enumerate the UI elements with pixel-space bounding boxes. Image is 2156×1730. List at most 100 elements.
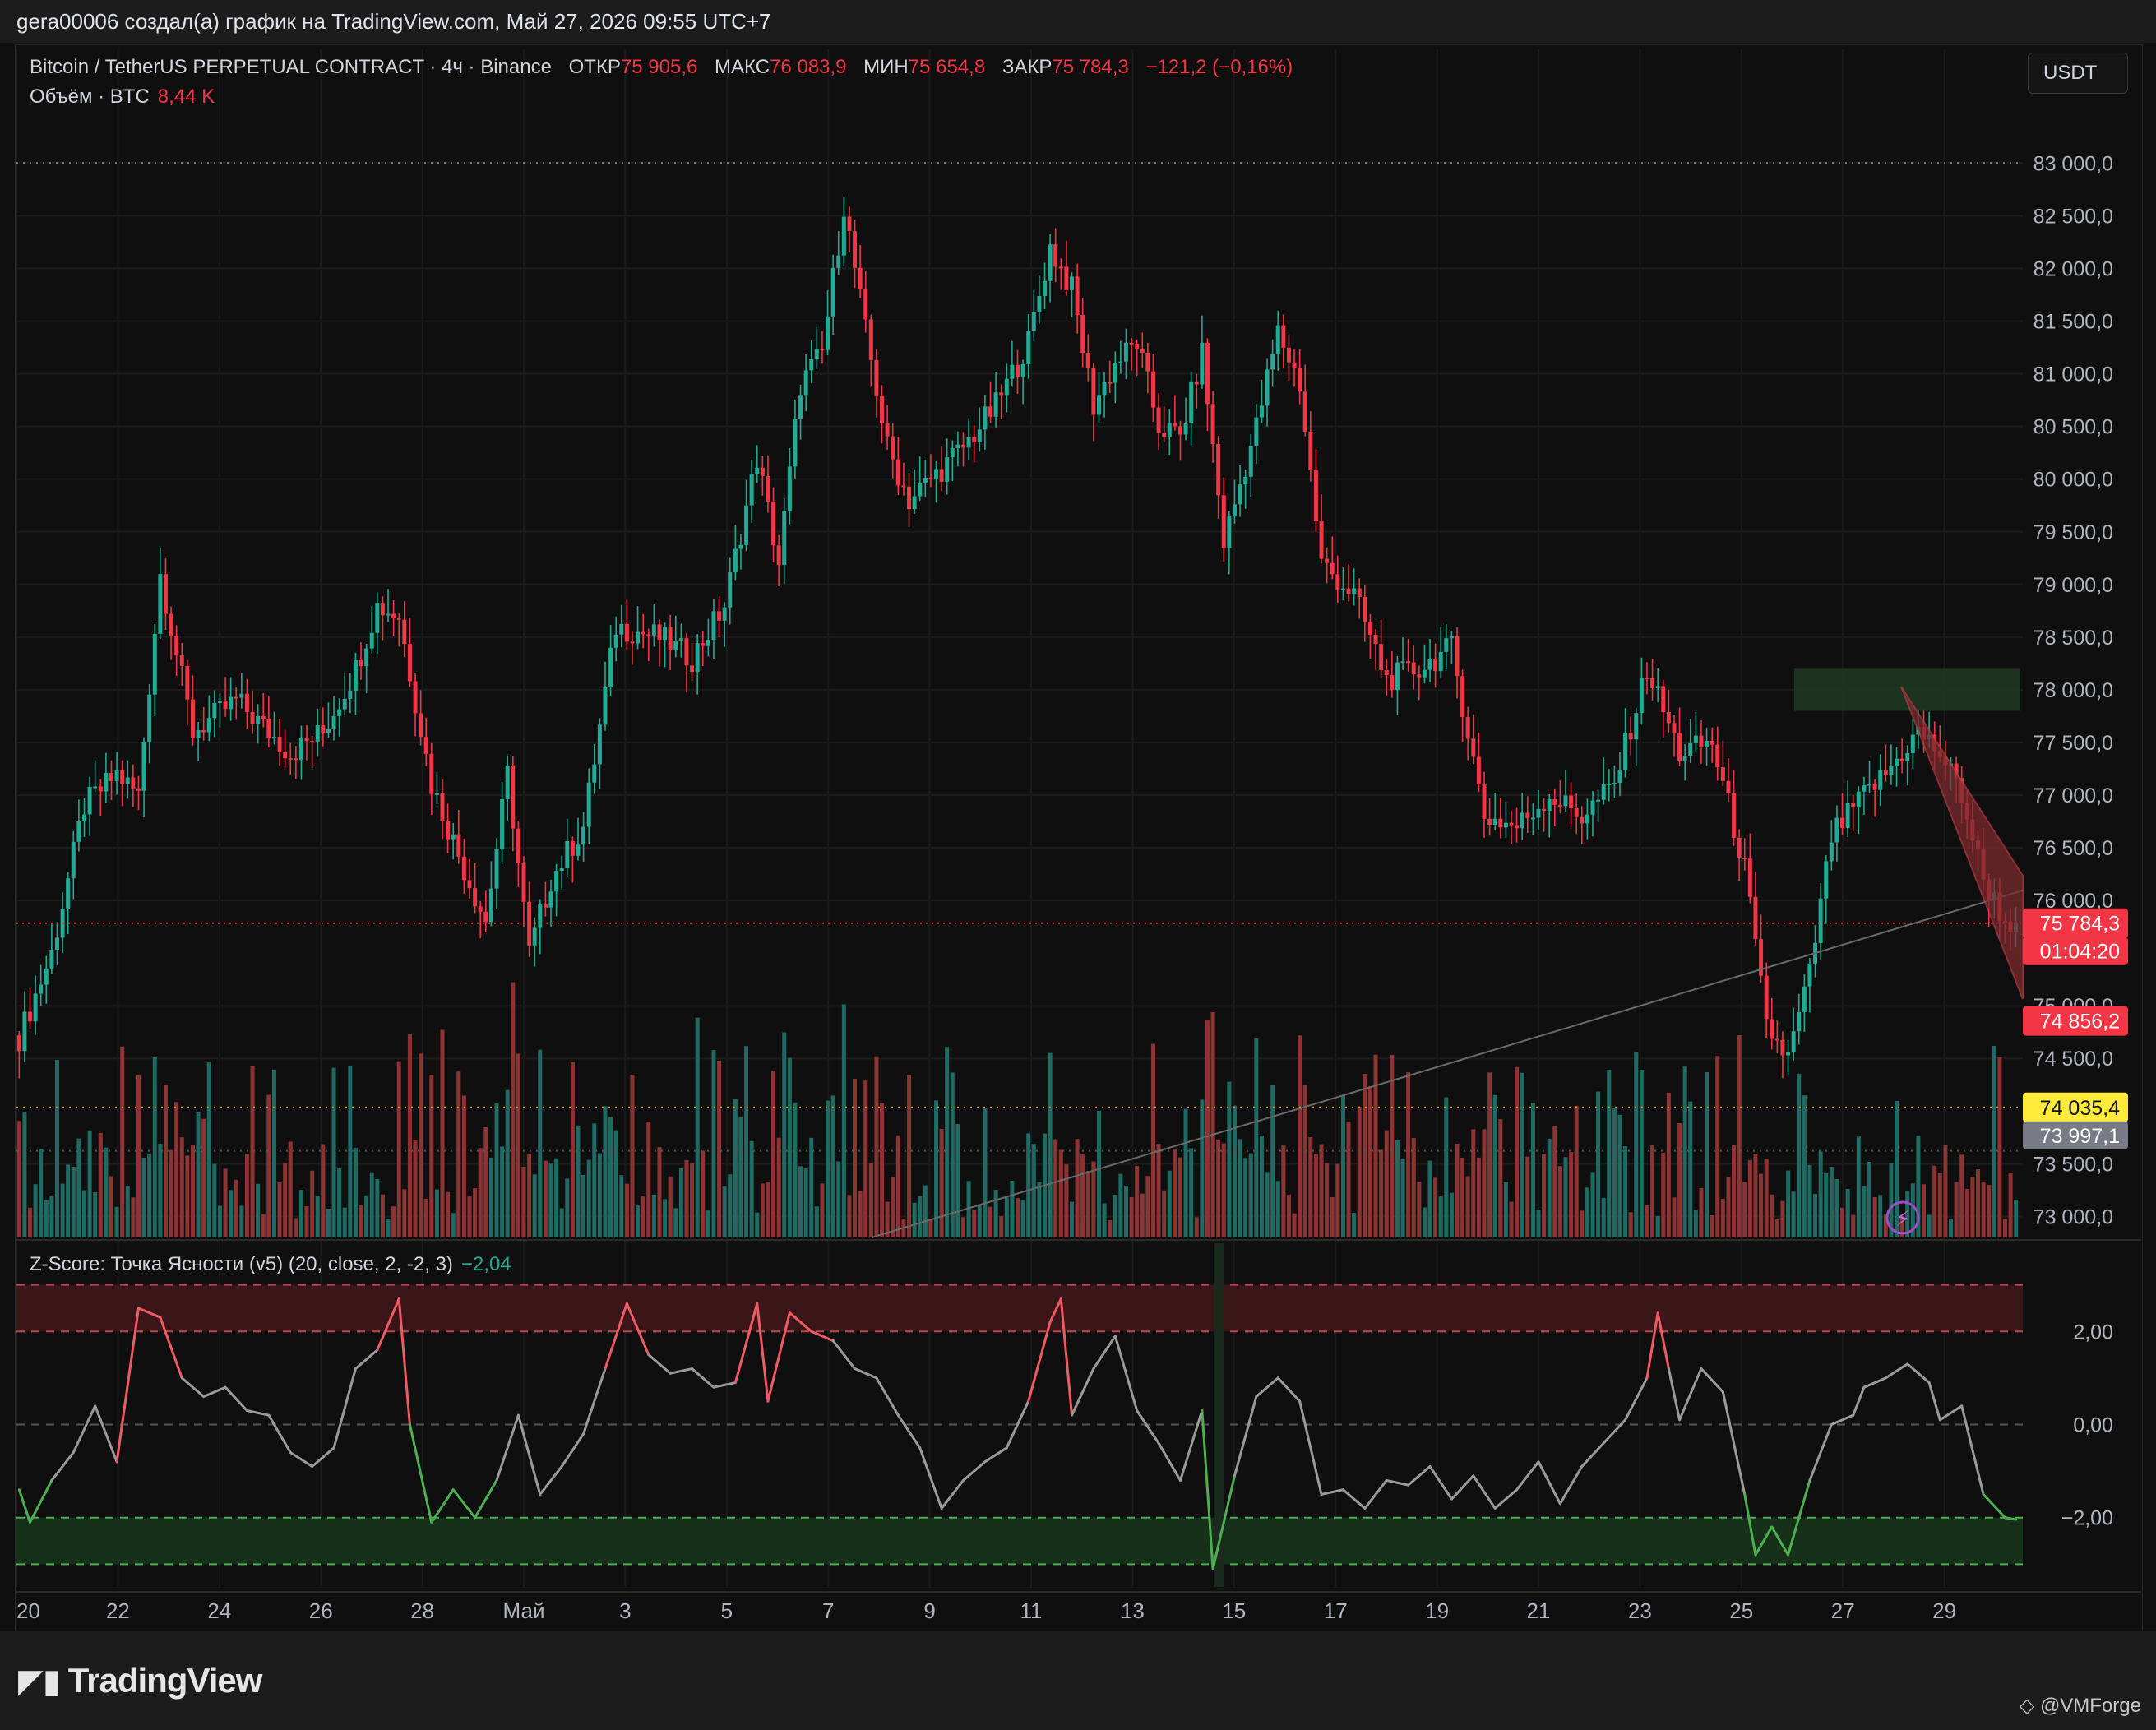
volume-bar [548, 1163, 553, 1237]
volume-bar [131, 1197, 136, 1237]
zscore-segment [1233, 1395, 1258, 1478]
candle-body [1645, 678, 1649, 680]
volume-bar [1856, 1136, 1861, 1237]
volume-bar [1650, 1145, 1655, 1237]
volume-bar [836, 1161, 841, 1237]
volume-bar [223, 1168, 228, 1237]
candle-body [467, 880, 472, 889]
volume-legend[interactable]: Объём · BTC 8,44 K [30, 86, 215, 109]
candle-body [125, 777, 130, 784]
candle-body [755, 467, 760, 474]
volume-bar [1780, 1200, 1785, 1237]
candle-body [928, 477, 933, 479]
candle-body [706, 640, 710, 646]
change-value: −121,2 (−0,16%) [1145, 56, 1293, 78]
volume-bar [554, 1158, 559, 1237]
volume-bar [261, 1214, 266, 1237]
candle-body [1048, 244, 1053, 281]
volume-bar [1390, 1054, 1395, 1237]
volume-bar [1949, 1219, 1954, 1237]
volume-bar [874, 1056, 879, 1237]
volume-bar [1834, 1179, 1839, 1237]
volume-bar [87, 1130, 92, 1237]
volume-bar [1444, 1097, 1449, 1237]
zscore-legend[interactable]: Z-Score: Точка Ясности (v5) (20, close, … [30, 1253, 511, 1276]
volume-bar [1791, 1191, 1796, 1237]
volume-bar [1693, 1210, 1698, 1237]
volume-bar [1210, 1011, 1215, 1237]
time-tick-label: 21 [1527, 1598, 1551, 1623]
candle-body [1715, 744, 1720, 768]
volume-bar [1357, 1107, 1362, 1237]
candle-body [1634, 713, 1639, 740]
candle-body [1275, 325, 1280, 354]
zscore-segment [1092, 1335, 1117, 1371]
volume-bar [1367, 1085, 1372, 1237]
zscore-segment [962, 1460, 987, 1482]
candle-body [1194, 381, 1199, 385]
candle-body [1530, 817, 1535, 820]
tradingview-logo[interactable]: ◤▮ TradingView [18, 1661, 262, 1700]
candle-body [749, 474, 754, 506]
zscore-segment [94, 1404, 118, 1464]
candle-body [1210, 404, 1215, 445]
volume-bar [1200, 1099, 1205, 1237]
candle-body [1238, 484, 1242, 505]
candle-body [939, 469, 944, 482]
volume-bar [1639, 1069, 1644, 1237]
volume-bar [814, 1206, 819, 1237]
candle-body [33, 993, 38, 1022]
candle-body [1150, 371, 1155, 408]
close-value: 75 784,3 [1052, 56, 1129, 78]
candle-body [738, 544, 743, 549]
volume-bar [1080, 1154, 1085, 1237]
volume-bar [782, 1032, 787, 1237]
candle-body [586, 782, 591, 827]
candle-body [847, 216, 852, 232]
time-tick-label: 24 [207, 1598, 231, 1623]
volume-bar [1987, 1185, 1992, 1237]
time-tick-label: 5 [721, 1598, 733, 1623]
bolt-glyph: ⚡ [1895, 1206, 1910, 1231]
zscore-segment [1558, 1464, 1584, 1506]
zscore-segment [1862, 1376, 1887, 1389]
candle-body [511, 765, 516, 829]
volume-bar [22, 1112, 27, 1237]
candle-body [1705, 741, 1710, 747]
candle-body [1590, 800, 1595, 815]
volume-bar [1759, 1173, 1764, 1237]
volume-bar [1872, 1196, 1877, 1237]
volume-bar [1438, 1196, 1443, 1237]
volume-bar [1682, 1066, 1687, 1237]
candle-body [1129, 342, 1134, 345]
symbol-legend[interactable]: Bitcoin / TetherUS PERPETUAL CONTRACT · … [30, 56, 1293, 79]
candle-body [820, 349, 825, 351]
candle-body [1856, 791, 1861, 808]
price-chart[interactable]: ⚡ 73 000,073 500,074 500,075 000,076 000… [0, 0, 2156, 1730]
volume-bar [1959, 1154, 1964, 1237]
currency-button[interactable]: USDT [2028, 53, 2128, 94]
volume-bar [114, 1206, 119, 1237]
candle-body [1232, 504, 1237, 517]
candle-body [1688, 742, 1693, 756]
volume-bar [1298, 1035, 1302, 1237]
zscore-segment [1906, 1362, 1931, 1385]
candle-body [1910, 734, 1915, 753]
candle-body [1596, 799, 1601, 802]
candle-body [1346, 588, 1351, 594]
candle-body [841, 216, 846, 256]
volume-bar [619, 1175, 624, 1237]
candle-body [1774, 1038, 1779, 1041]
candle-body [972, 437, 977, 442]
zscore-segment [1808, 1423, 1833, 1482]
candle-body [364, 648, 369, 667]
candle-body [256, 715, 261, 724]
volume-bar [1530, 1103, 1535, 1237]
candle-body [500, 798, 505, 849]
candle-body [1015, 364, 1020, 377]
candle-body [1617, 770, 1622, 784]
volume-bar [1167, 1170, 1172, 1237]
volume-bar [505, 1089, 510, 1237]
volume-bar [1140, 1193, 1145, 1237]
candle-body [516, 828, 520, 863]
